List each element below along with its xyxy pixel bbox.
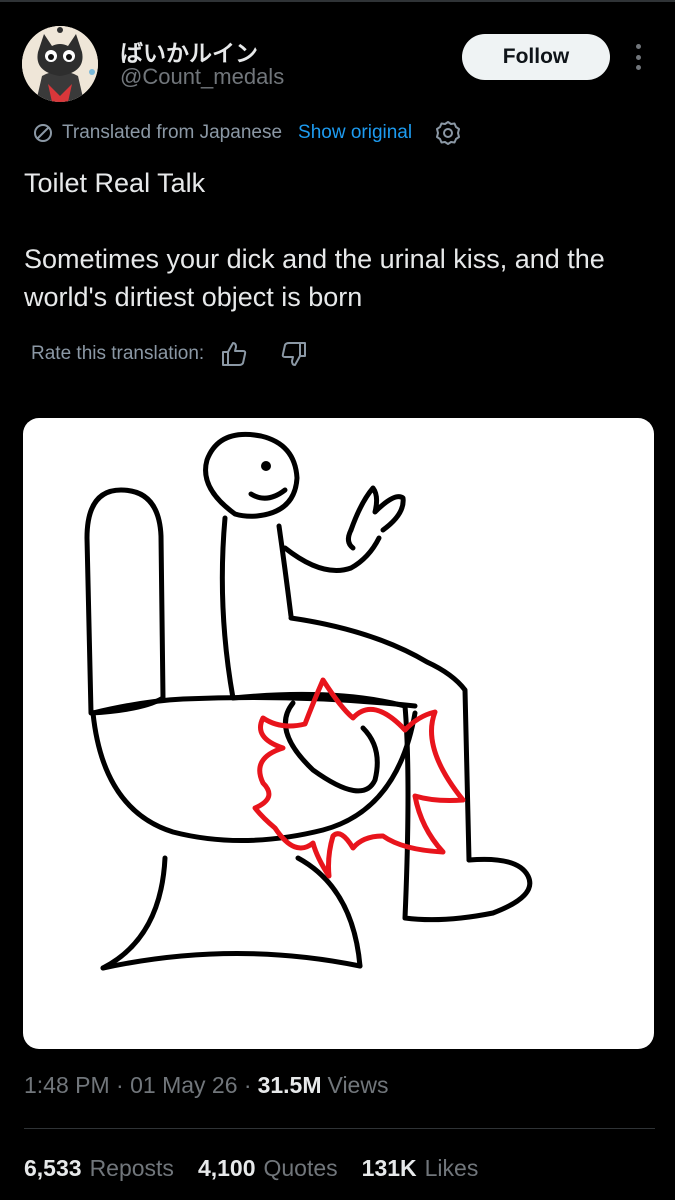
engagement-stats: 6,533 Reposts 4,100 Quotes 131K Likes [24,1155,502,1182]
likes-stat[interactable]: 131K Likes [362,1155,479,1182]
reposts-stat[interactable]: 6,533 Reposts [24,1155,174,1182]
show-original-link[interactable]: Show original [298,122,412,144]
tweet-text-line: Sometimes your dick and the urinal kiss,… [24,244,605,312]
toilet-drawing [84,431,533,971]
media-image[interactable] [23,418,654,1049]
meta-separator: · [109,1072,131,1098]
quotes-count: 4,100 [197,1155,256,1181]
translated-from-label: Translated from Japanese [62,122,283,143]
translation-notice: Translated from Japanese Show original [32,118,462,148]
tweet-text-line: Toilet Real Talk [24,168,206,198]
settings-icon[interactable] [434,119,462,147]
tweet-text: Toilet Real Talk Sometimes your dick and… [24,164,644,316]
likes-count: 131K [361,1155,417,1181]
tweet-time[interactable]: 1:48 PM [24,1072,110,1099]
thumbs-up-icon[interactable] [220,340,248,368]
stats-divider [24,1128,655,1129]
user-handle[interactable]: @Count_medals [120,64,284,90]
reposts-count: 6,533 [24,1155,82,1181]
reposts-label: Reposts [89,1155,174,1181]
translate-icon [34,124,52,142]
likes-label: Likes [424,1155,479,1181]
rate-translation-label: Rate this translation: [31,343,205,364]
tweet-date[interactable]: 01 May 26 [130,1072,237,1099]
avatar[interactable] [22,26,98,102]
display-name[interactable]: ばいかルイン [120,34,258,68]
top-divider [0,0,675,2]
more-icon[interactable] [626,40,650,74]
thumbs-down-icon[interactable] [280,340,308,368]
quotes-stat[interactable]: 4,100 Quotes [198,1155,338,1182]
rate-translation-row: Rate this translation: [31,338,308,370]
follow-button[interactable]: Follow [462,34,610,80]
views-count: 31.5M [257,1072,322,1098]
tweet-meta: 1:48 PM · 01 May 26 · 31.5M Views [24,1072,388,1099]
avatar-cat-drawing [22,26,98,102]
views-label: Views [327,1072,389,1098]
meta-separator: · [237,1072,252,1098]
quotes-label: Quotes [263,1155,338,1181]
